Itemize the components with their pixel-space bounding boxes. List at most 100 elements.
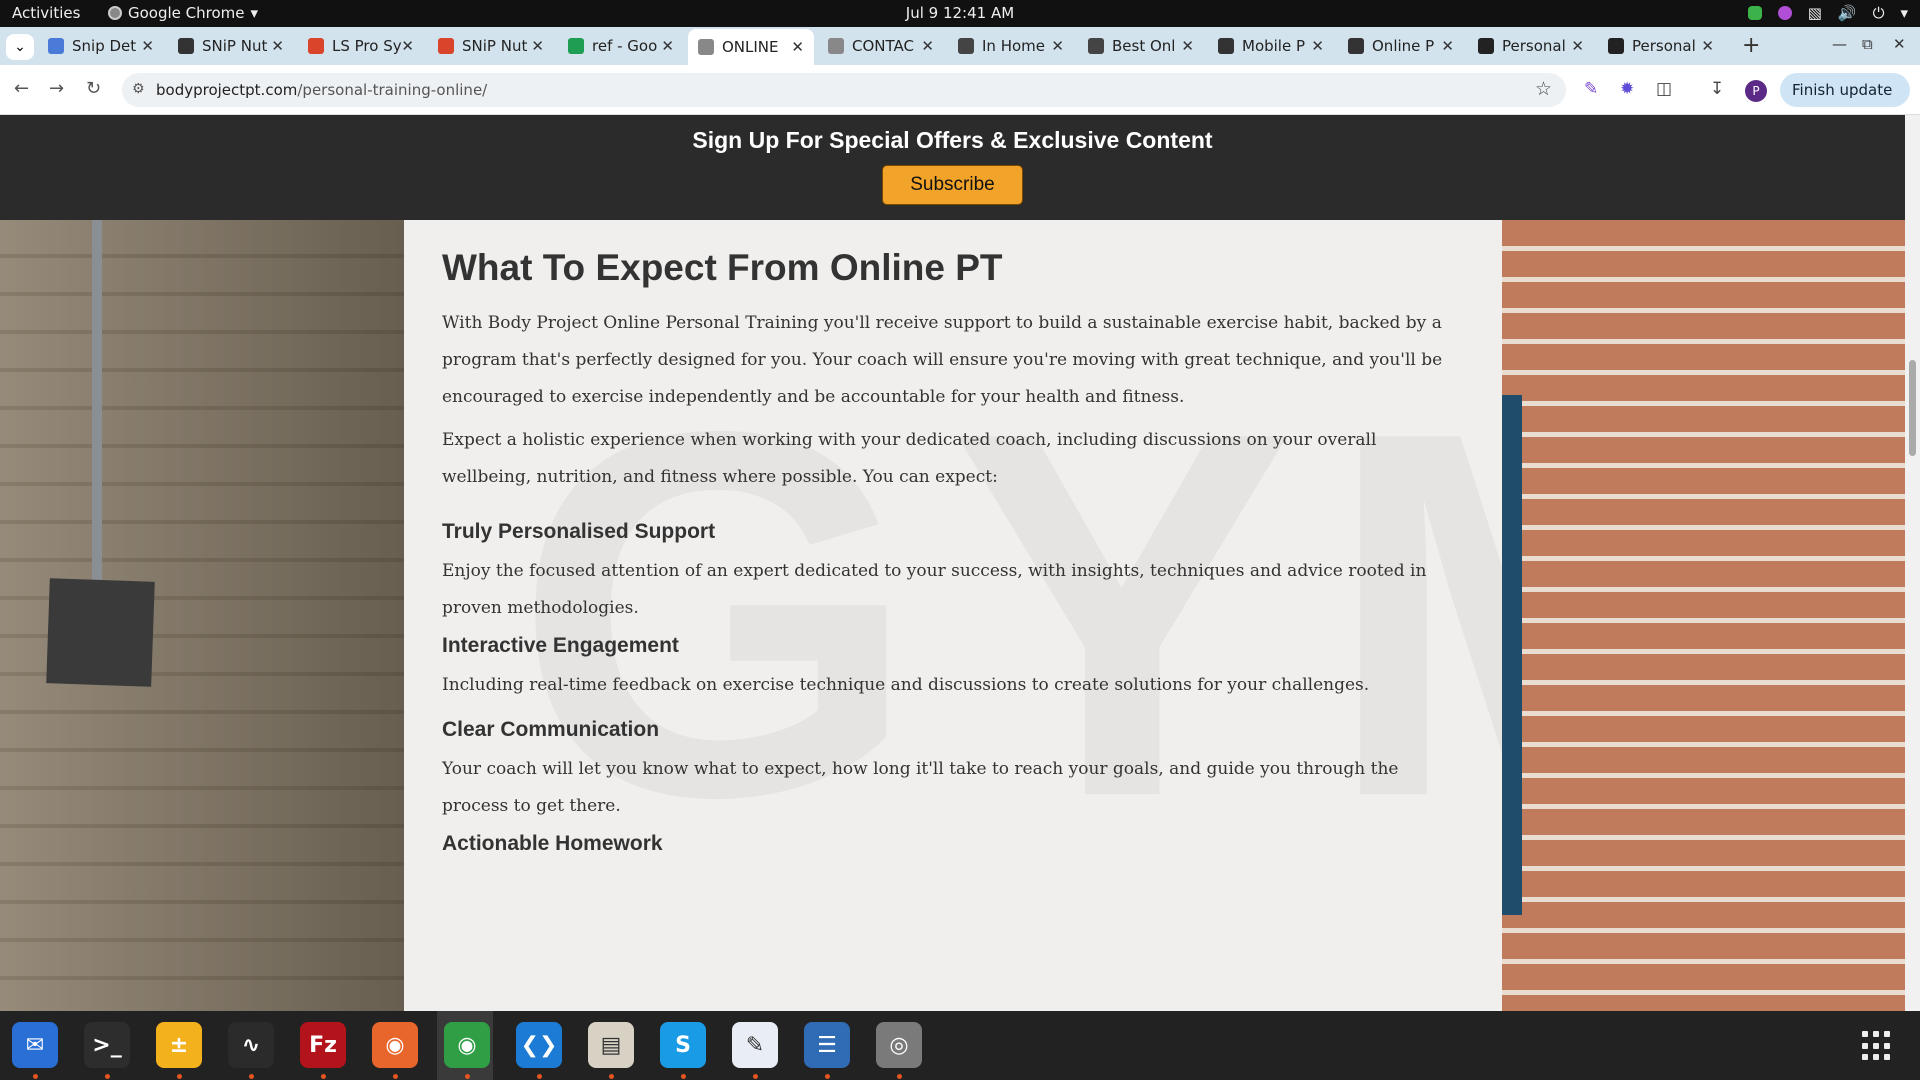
chrome-app-icon [108, 6, 122, 20]
tab-close-icon[interactable]: ✕ [1181, 37, 1194, 55]
browser-tab[interactable]: SNiP Nut ✕ [428, 31, 554, 61]
content-panel: GYM What To Expect From Online PT With B… [404, 220, 1502, 1011]
disks-icon[interactable]: ◎ [876, 1022, 922, 1068]
tab-close-icon[interactable]: ✕ [141, 37, 154, 55]
tab-close-icon[interactable]: ✕ [1441, 37, 1454, 55]
chrome-icon[interactable]: ◉ [444, 1022, 490, 1068]
text-editor-icon[interactable]: ✎ [732, 1022, 778, 1068]
tab-search-button[interactable]: ⌄ [6, 34, 34, 60]
download-icon[interactable]: ↧ [1710, 79, 1724, 99]
running-indicator [105, 1074, 110, 1079]
chevron-down-icon[interactable]: ▾ [1900, 4, 1908, 22]
arch-icon [1348, 38, 1364, 54]
tab-close-icon[interactable]: ✕ [271, 37, 284, 55]
update-check-icon[interactable] [1747, 6, 1762, 20]
tab-close-icon[interactable]: ✕ [791, 38, 804, 56]
browser-tab[interactable]: Mobile P ✕ [1208, 31, 1334, 61]
bookmark-star-icon[interactable]: ☆ [1535, 78, 1552, 100]
browser-tab[interactable]: SNiP Nut ✕ [168, 31, 294, 61]
volume-icon[interactable]: 🔊 [1838, 4, 1857, 22]
tab-close-icon[interactable]: ✕ [401, 37, 414, 55]
tab-close-icon[interactable]: ✕ [1571, 37, 1584, 55]
show-apps-grid-icon[interactable] [1862, 1031, 1892, 1061]
reload-button[interactable]: ↻ [86, 78, 101, 99]
running-indicator [609, 1074, 614, 1079]
tab-strip: ⌄ Snip Det ✕ SNiP Nut ✕ LS Pro Sy ✕ SNiP Nut ✕ r… [0, 27, 1920, 65]
finish-update-label: Finish update [1792, 81, 1893, 99]
forward-button[interactable]: → [49, 78, 64, 99]
running-indicator [177, 1074, 182, 1079]
minimize-button[interactable]: — [1832, 35, 1847, 53]
url-text[interactable]: bodyprojectpt.com/personal-training-onli… [156, 81, 487, 99]
close-window-button[interactable]: ✕ [1893, 35, 1906, 53]
browser-tab[interactable]: Snip Det ✕ [38, 31, 164, 61]
network-icon[interactable]: ▧ [1808, 4, 1822, 22]
page-scrollbar[interactable] [1905, 115, 1920, 1011]
running-indicator [537, 1074, 542, 1079]
color-picker-icon[interactable] [1777, 6, 1792, 20]
filezilla-icon[interactable]: Fz [300, 1022, 346, 1068]
tab-title: CONTAC [852, 37, 914, 55]
chevron-down-icon: ▾ [250, 4, 259, 22]
system-tray[interactable]: ▧ 🔊 ⏻ ▾ [1747, 4, 1908, 22]
calculator-icon[interactable]: ± [156, 1022, 202, 1068]
running-indicator [393, 1074, 398, 1079]
tab-close-icon[interactable]: ✕ [531, 37, 544, 55]
subscribe-button[interactable]: Subscribe [882, 165, 1023, 205]
tab-close-icon[interactable]: ✕ [1311, 37, 1324, 55]
back-button[interactable]: ← [14, 78, 29, 99]
scrollbar-thumb[interactable] [1909, 360, 1916, 456]
profile-avatar[interactable]: P [1745, 80, 1767, 102]
restore-button[interactable]: ⧉ [1862, 35, 1873, 53]
running-indicator [33, 1074, 38, 1079]
browser-tab[interactable]: Personal ✕ [1598, 31, 1724, 61]
activities-button[interactable]: Activities [12, 4, 80, 22]
terminal-icon[interactable]: >_ [84, 1022, 130, 1068]
chrome-icon [438, 38, 454, 54]
tab-title: SNiP Nut [202, 37, 268, 55]
browser-tab[interactable]: In Home ✕ [948, 31, 1074, 61]
fs-icon [1608, 38, 1624, 54]
tab-close-icon[interactable]: ✕ [1051, 37, 1064, 55]
browser-tab[interactable]: ONLINE ✕ [688, 29, 814, 65]
finish-update-button[interactable]: Finish update ⋮ [1780, 73, 1910, 133]
clock[interactable]: Jul 9 12:41 AM [0, 4, 1920, 22]
files-icon[interactable]: ▤ [588, 1022, 634, 1068]
address-bar[interactable]: ⚙ bodyprojectpt.com/personal-training-on… [122, 73, 1566, 107]
running-indicator [465, 1074, 470, 1079]
expect-paragraph: Expect a holistic experience when workin… [442, 430, 1377, 487]
power-icon[interactable]: ⏻ [1873, 4, 1885, 22]
pen-extension-icon[interactable]: ✎ [1584, 79, 1598, 99]
new-tab-button[interactable]: + [1742, 33, 1760, 58]
firefox-icon[interactable]: ◉ [372, 1022, 418, 1068]
tab-close-icon[interactable]: ✕ [661, 37, 674, 55]
app-menu[interactable]: Google Chrome ▾ [108, 4, 258, 22]
tab-title: In Home [982, 37, 1045, 55]
section-body: Your coach will let you know what to exp… [442, 759, 1399, 816]
section-body: Enjoy the focused attention of an expert… [442, 561, 1427, 618]
promo-title: Sign Up For Special Offers & Exclusive C… [692, 127, 1213, 153]
site-info-icon[interactable]: ⚙ [132, 81, 145, 97]
skype-icon[interactable]: S [660, 1022, 706, 1068]
extensions-puzzle-icon[interactable]: ◫ [1656, 79, 1672, 99]
browser-toolbar: ← → ↻ ⚙ bodyprojectpt.com/personal-train… [0, 65, 1920, 133]
browser-tab[interactable]: ref - Goo ✕ [558, 31, 684, 61]
conduit-pipe [92, 220, 102, 590]
vscode-icon[interactable]: ❮❯ [516, 1022, 562, 1068]
tab-close-icon[interactable]: ✕ [1701, 37, 1714, 55]
extension-gear-icon[interactable]: ✹ [1620, 79, 1634, 99]
browser-tab[interactable]: CONTAC ✕ [818, 31, 944, 61]
running-indicator [249, 1074, 254, 1079]
page-heading: What To Expect From Online PT [442, 247, 1003, 288]
thunderbird-icon[interactable]: ✉ [12, 1022, 58, 1068]
document-viewer-icon[interactable]: ☰ [804, 1022, 850, 1068]
browser-tab[interactable]: Best Onl ✕ [1078, 31, 1204, 61]
browser-tab[interactable]: LS Pro Sy ✕ [298, 31, 424, 61]
system-monitor-icon[interactable]: ∿ [228, 1022, 274, 1068]
tab-title: ref - Goo [592, 37, 658, 55]
browser-tab[interactable]: Online P ✕ [1338, 31, 1464, 61]
tab-close-icon[interactable]: ✕ [921, 37, 934, 55]
background-image-left [0, 220, 404, 1011]
junction-box [46, 578, 155, 687]
browser-tab[interactable]: Personal ✕ [1468, 31, 1594, 61]
